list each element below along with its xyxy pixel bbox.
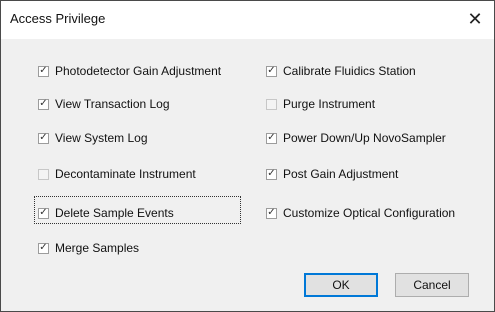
checkbox-view-transaction-log[interactable]: ✓ View Transaction Log — [38, 95, 170, 113]
checkbox-label: View Transaction Log — [55, 97, 170, 111]
checkbox-photodetector-gain-adjustment[interactable]: ✓ Photodetector Gain Adjustment — [38, 62, 221, 80]
check-icon: ✓ — [267, 168, 276, 179]
checkbox-label: Photodetector Gain Adjustment — [55, 64, 222, 78]
checkbox-box[interactable]: ✓ — [266, 132, 277, 144]
checkbox-merge-samples[interactable]: ✓ Merge Samples — [38, 239, 139, 257]
check-icon: ✓ — [267, 65, 276, 76]
check-icon: ✓ — [39, 98, 48, 109]
checkbox-label: Calibrate Fluidics Station — [283, 64, 416, 78]
checkbox-purge-instrument[interactable]: Purge Instrument — [266, 95, 375, 113]
check-icon: ✓ — [39, 242, 48, 253]
checkbox-calibrate-fluidics-station[interactable]: ✓ Calibrate Fluidics Station — [266, 62, 416, 80]
title-bar: Access Privilege ✕ — [1, 1, 494, 39]
checkbox-box[interactable]: ✓ — [38, 65, 49, 77]
checkbox-customize-optical-configuration[interactable]: ✓ Customize Optical Configuration — [266, 204, 455, 222]
checkbox-box[interactable]: ✓ — [266, 207, 277, 219]
check-icon: ✓ — [39, 65, 48, 76]
checkbox-label: Merge Samples — [55, 241, 140, 255]
checkbox-box[interactable]: ✓ — [38, 242, 49, 254]
dialog-title: Access Privilege — [10, 11, 106, 26]
check-icon: ✓ — [267, 207, 276, 218]
checkbox-box[interactable] — [266, 98, 277, 110]
dialog-content: ✓ Photodetector Gain Adjustment ✓ View T… — [13, 39, 491, 301]
ok-button[interactable]: OK — [304, 273, 378, 297]
checkbox-delete-sample-events[interactable]: ✓ Delete Sample Events — [38, 204, 174, 222]
checkbox-label: Customize Optical Configuration — [283, 206, 456, 220]
checkbox-box[interactable]: ✓ — [38, 98, 49, 110]
checkbox-box[interactable]: ✓ — [38, 207, 49, 219]
checkbox-label: Delete Sample Events — [55, 206, 174, 220]
check-icon: ✓ — [267, 132, 276, 143]
checkbox-label: Decontaminate Instrument — [55, 167, 196, 181]
access-privilege-dialog: Access Privilege ✕ ✓ Photodetector Gain … — [0, 0, 495, 312]
checkbox-label: View System Log — [55, 131, 148, 145]
check-icon: ✓ — [39, 132, 48, 143]
close-icon[interactable]: ✕ — [460, 5, 490, 35]
checkbox-power-down-up-novosampler[interactable]: ✓ Power Down/Up NovoSampler — [266, 129, 446, 147]
cancel-button[interactable]: Cancel — [395, 273, 469, 297]
checkbox-label: Purge Instrument — [283, 97, 376, 111]
checkbox-box[interactable] — [38, 168, 49, 180]
checkbox-box[interactable]: ✓ — [266, 168, 277, 180]
checkbox-box[interactable]: ✓ — [38, 132, 49, 144]
checkbox-box[interactable]: ✓ — [266, 65, 277, 77]
checkbox-label: Post Gain Adjustment — [283, 167, 399, 181]
checkbox-label: Power Down/Up NovoSampler — [283, 131, 446, 145]
checkbox-decontaminate-instrument[interactable]: Decontaminate Instrument — [38, 165, 196, 183]
check-icon: ✓ — [39, 207, 48, 218]
checkbox-post-gain-adjustment[interactable]: ✓ Post Gain Adjustment — [266, 165, 398, 183]
checkbox-view-system-log[interactable]: ✓ View System Log — [38, 129, 148, 147]
